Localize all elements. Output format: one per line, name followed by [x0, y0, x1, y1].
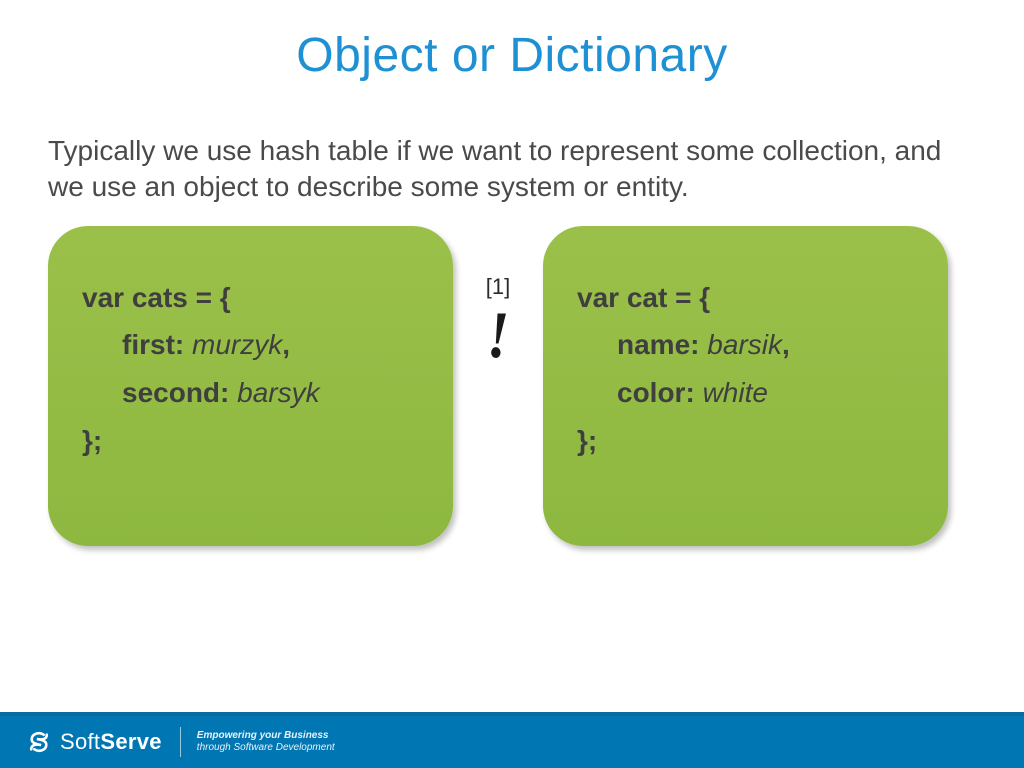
code-comma: ,	[782, 329, 790, 360]
code-card-left: var cats = { first: murzyk, second: bars…	[48, 226, 453, 546]
slide-title: Object or Dictionary	[0, 0, 1024, 83]
brand-logo: SoftServe	[26, 729, 162, 755]
tagline-line-2: through Software Development	[197, 742, 335, 755]
footer-bar: SoftServe Empowering your Business throu…	[0, 712, 1024, 768]
brand-name-thin: Soft	[60, 729, 100, 754]
code-val: white	[703, 377, 768, 408]
brand-name: SoftServe	[60, 729, 162, 755]
code-key: color:	[577, 377, 695, 408]
code-key: name:	[577, 329, 699, 360]
reference-label: [1]	[486, 274, 510, 300]
code-card-right: var cat = { name: barsik, color: white }…	[543, 226, 948, 546]
code-prop-1: name: barsik,	[577, 321, 914, 369]
brand-tagline: Empowering your Business through Softwar…	[197, 730, 335, 755]
code-val: barsyk	[237, 377, 319, 408]
code-prop-2: second: barsyk	[82, 369, 419, 417]
code-val: barsik	[707, 329, 782, 360]
brand-name-bold: Serve	[100, 729, 161, 754]
intro-paragraph: Typically we use hash table if we want t…	[0, 83, 1024, 226]
code-key: first:	[82, 329, 184, 360]
code-decl: var cat = {	[577, 274, 914, 322]
exclamation-icon: !	[487, 301, 510, 368]
tagline-line-1: Empowering your Business	[197, 730, 335, 743]
footer-main: SoftServe Empowering your Business throu…	[0, 716, 1024, 768]
code-comma: ,	[282, 329, 290, 360]
code-row: var cats = { first: murzyk, second: bars…	[0, 226, 1024, 546]
code-prop-2: color: white	[577, 369, 914, 417]
middle-column: [1] !	[463, 226, 533, 364]
code-prop-1: first: murzyk,	[82, 321, 419, 369]
brand-mark-icon	[26, 729, 52, 755]
code-decl: var cats = {	[82, 274, 419, 322]
code-key: second:	[82, 377, 229, 408]
code-val: murzyk	[192, 329, 282, 360]
code-close: };	[577, 417, 914, 465]
footer-divider	[180, 727, 181, 757]
code-close: };	[82, 417, 419, 465]
